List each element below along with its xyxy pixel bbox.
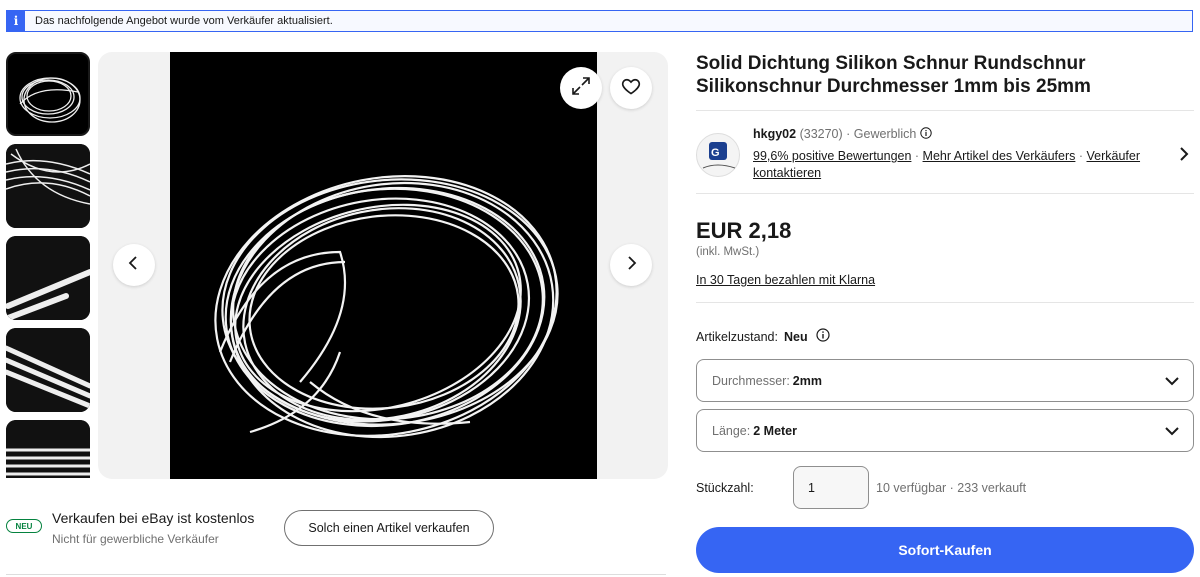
thumbnail-1[interactable] — [6, 52, 90, 136]
sell-promo-title: Verkaufen bei eBay ist kostenlos — [52, 510, 255, 526]
length-label: Länge: — [712, 423, 751, 438]
seller-type: · Gewerblich — [846, 127, 917, 141]
thumbnail-5[interactable] — [6, 420, 90, 478]
positive-feedback-link[interactable]: 99,6% positive Bewertungen — [753, 149, 911, 163]
chevron-right-icon[interactable] — [1178, 147, 1190, 166]
seller-identity: hkgy02 (33270) · Gewerblich — [753, 127, 932, 141]
divider — [6, 574, 666, 575]
klarna-link[interactable]: In 30 Tagen bezahlen mit Klarna — [696, 273, 875, 287]
length-value: 2 Meter — [753, 423, 798, 438]
sell-similar-button[interactable]: Solch einen Artikel verkaufen — [284, 510, 494, 546]
sell-promo: NEU Verkaufen bei eBay ist kostenlos Nic… — [6, 506, 666, 556]
new-badge: NEU — [6, 519, 42, 533]
info-icon[interactable] — [816, 328, 830, 345]
chevron-down-icon — [1165, 425, 1179, 439]
watch-button[interactable] — [610, 67, 652, 109]
sell-promo-subtitle: Nicht für gewerbliche Verkäufer — [52, 532, 219, 546]
seller-links: 99,6% positive Bewertungen · Mehr Artike… — [753, 148, 1173, 182]
seller-card[interactable]: G hkgy02 (33270) · Gewerblich 99,6% posi… — [696, 110, 1194, 194]
seller-logo[interactable]: G — [696, 133, 740, 177]
previous-image-button[interactable] — [113, 244, 155, 286]
length-select[interactable]: Länge: 2 Meter — [696, 409, 1194, 452]
thumbnail-4[interactable] — [6, 328, 90, 412]
separator-dot: · — [911, 149, 923, 163]
update-notice: i Das nachfolgende Angebot wurde vom Ver… — [6, 10, 1193, 32]
divider — [696, 302, 1194, 303]
quantity-input[interactable]: 1 — [793, 466, 869, 509]
condition-value: Neu — [783, 329, 808, 344]
info-icon[interactable] — [920, 127, 932, 141]
diameter-label: Durchmesser: — [712, 373, 790, 388]
svg-text:G: G — [711, 147, 720, 159]
product-image[interactable] — [170, 52, 597, 479]
heart-icon — [621, 76, 641, 101]
vat-note: (inkl. MwSt.) — [696, 246, 760, 258]
seller-name[interactable]: hkgy02 — [753, 127, 796, 141]
chevron-down-icon — [1165, 375, 1179, 389]
thumbnail-strip[interactable] — [6, 52, 92, 478]
diameter-select[interactable]: Durchmesser: 2mm — [696, 359, 1194, 402]
more-items-link[interactable]: Mehr Artikel des Verkäufers — [923, 149, 1076, 163]
diameter-value: 2mm — [792, 373, 822, 388]
thumbnail-2[interactable] — [6, 144, 90, 228]
quantity-label: Stückzahl: — [696, 481, 754, 495]
info-icon: i — [7, 11, 25, 31]
chevron-right-icon — [624, 255, 638, 276]
thumbnail-3[interactable] — [6, 236, 90, 320]
expand-button[interactable] — [560, 67, 602, 109]
buy-now-button[interactable]: Sofort-Kaufen — [696, 527, 1194, 573]
price: EUR 2,18 — [696, 218, 792, 243]
separator-dot: · — [1075, 149, 1087, 163]
main-image-viewer[interactable] — [98, 52, 668, 479]
availability-text: 10 verfügbar · 233 verkauft — [876, 481, 1027, 495]
seller-rating-count: (33270) — [799, 127, 843, 141]
condition-label: Artikelzustand: — [696, 329, 778, 344]
product-info: Solid Dichtung Silikon Schnur Rundschnur… — [696, 52, 1194, 98]
next-image-button[interactable] — [610, 244, 652, 286]
item-condition: Artikelzustand: Neu — [696, 328, 830, 345]
expand-icon — [571, 76, 591, 101]
notice-text: Das nachfolgende Angebot wurde vom Verkä… — [35, 15, 333, 27]
product-title: Solid Dichtung Silikon Schnur Rundschnur… — [696, 53, 1091, 97]
chevron-left-icon — [127, 255, 141, 276]
